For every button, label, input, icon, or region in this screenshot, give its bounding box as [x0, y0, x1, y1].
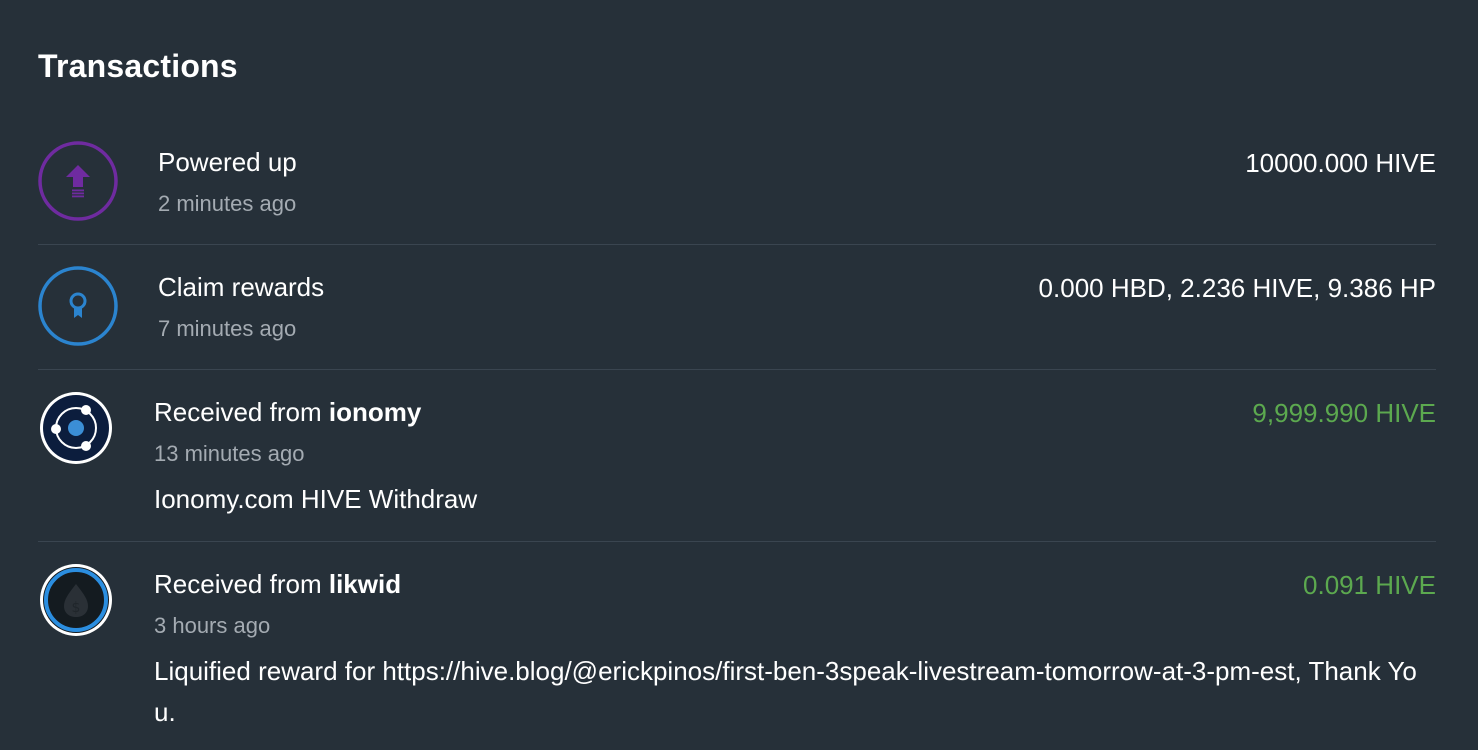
transaction-amount: 0.091 HIVE: [1303, 570, 1436, 600]
transaction-action: Received from likwid: [154, 569, 401, 599]
divider: [38, 369, 1436, 370]
page-title: Transactions: [38, 48, 238, 84]
transaction-time: 7 minutes ago: [158, 316, 297, 341]
transaction-action: Powered up: [158, 147, 297, 177]
transaction-amount: 0.000 HBD, 2.236 HIVE, 9.386 HP: [1038, 273, 1436, 303]
transaction-time: 13 minutes ago: [154, 441, 305, 466]
transaction-action: Received from ionomy: [154, 397, 421, 427]
svg-text:$: $: [72, 600, 81, 616]
transactions-panel: Transactions Powered up 2 minutes ago 10…: [0, 0, 1478, 750]
transaction-time: 2 minutes ago: [158, 191, 297, 216]
power-up-arrow-icon: [38, 140, 120, 227]
transaction-action: Claim rewards: [158, 272, 325, 302]
transaction-row[interactable]: Received from ionomy 13 minutes ago 9,99…: [38, 390, 1436, 520]
transaction-amount: 10000.000 HIVE: [1245, 148, 1436, 178]
award-ribbon-icon: [38, 265, 120, 352]
transaction-amount: 9,999.990 HIVE: [1252, 398, 1436, 428]
transaction-memo: Liquified reward for https://hive.blog/@…: [154, 656, 1417, 727]
likwid-avatar[interactable]: $: [38, 562, 116, 645]
ionomy-avatar[interactable]: [38, 390, 116, 473]
counterparty-link[interactable]: likwid: [329, 569, 401, 599]
action-label: Received from: [154, 397, 329, 427]
transaction-time: 3 hours ago: [154, 613, 271, 638]
divider: [38, 244, 1436, 245]
transaction-row[interactable]: $ Received from likwid 3 hours ago 0.091…: [38, 562, 1436, 742]
transaction-memo: Ionomy.com HIVE Withdraw: [154, 484, 478, 514]
action-label: Received from: [154, 569, 329, 599]
counterparty-link[interactable]: ionomy: [329, 397, 421, 427]
divider: [38, 541, 1436, 542]
transaction-row[interactable]: Powered up 2 minutes ago 10000.000 HIVE: [38, 140, 1436, 222]
transaction-row[interactable]: Claim rewards 7 minutes ago 0.000 HBD, 2…: [38, 265, 1436, 347]
